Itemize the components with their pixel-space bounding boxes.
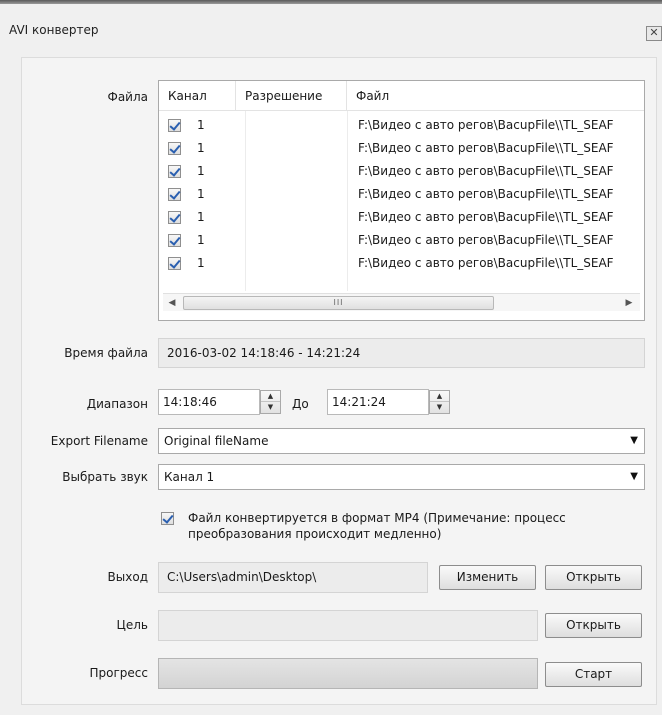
range-from-spinner[interactable]: ▲ ▼ bbox=[260, 390, 281, 414]
spin-up-icon[interactable]: ▲ bbox=[430, 391, 449, 402]
column-header-channel[interactable]: Канал bbox=[159, 81, 236, 111]
table-row[interactable]: 1 F:\Видео с авто регов\BacupFile\\TL_SE… bbox=[159, 160, 644, 183]
column-header-file[interactable]: Файл bbox=[347, 81, 644, 111]
table-row[interactable]: 1 F:\Видео с авто регов\BacupFile\\TL_SE… bbox=[159, 206, 644, 229]
output-path-field[interactable]: C:\Users\admin\Desktop\ bbox=[158, 562, 428, 593]
row-file-path: F:\Видео с авто регов\BacupFile\\TL_SEAF bbox=[358, 187, 614, 201]
row-file-path: F:\Видео с авто регов\BacupFile\\TL_SEAF bbox=[358, 118, 614, 132]
open-output-button[interactable]: Открыть bbox=[545, 565, 642, 590]
range-to-spinner[interactable]: ▲ ▼ bbox=[429, 390, 450, 414]
row-checkbox[interactable] bbox=[168, 234, 181, 247]
row-checkbox[interactable] bbox=[168, 257, 181, 270]
range-from-input[interactable]: 14:18:46 bbox=[158, 389, 260, 415]
row-file-path: F:\Видео с авто регов\BacupFile\\TL_SEAF bbox=[358, 141, 614, 155]
choose-audio-label: Выбрать звук bbox=[62, 470, 148, 484]
table-row[interactable]: 1 F:\Видео с авто регов\BacupFile\\TL_SE… bbox=[159, 137, 644, 160]
window-title: AVI конвертер bbox=[9, 23, 99, 37]
files-label: Файла bbox=[107, 90, 148, 104]
chevron-down-icon[interactable]: ▼ bbox=[630, 429, 638, 453]
row-channel: 1 bbox=[197, 164, 205, 178]
table-header: Канал Разрешение Файл bbox=[159, 81, 644, 111]
scroll-right-icon[interactable]: ▶ bbox=[622, 296, 636, 310]
table-row[interactable]: 1 F:\Видео с авто регов\BacupFile\\TL_SE… bbox=[159, 114, 644, 137]
target-path-field[interactable] bbox=[158, 610, 538, 641]
range-label: Диапазон bbox=[86, 397, 148, 411]
row-checkbox[interactable] bbox=[168, 188, 181, 201]
scroll-left-icon[interactable]: ◀ bbox=[165, 296, 179, 310]
file-time-field: 2016-03-02 14:18:46 - 14:21:24 bbox=[158, 338, 645, 368]
chevron-down-icon[interactable]: ▼ bbox=[630, 465, 638, 489]
title-bar: AVI конвертер ✕ bbox=[0, 4, 662, 54]
row-channel: 1 bbox=[197, 187, 205, 201]
audio-value: Канал 1 bbox=[164, 470, 215, 484]
table-row[interactable]: 1 F:\Видео с авто регов\BacupFile\\TL_SE… bbox=[159, 252, 644, 275]
target-label: Цель bbox=[116, 618, 148, 632]
close-icon[interactable]: ✕ bbox=[646, 26, 662, 41]
progress-bar bbox=[158, 658, 538, 689]
row-channel: 1 bbox=[197, 141, 205, 155]
spin-down-icon[interactable]: ▼ bbox=[261, 402, 280, 413]
convert-mp4-checkbox[interactable] bbox=[161, 512, 174, 525]
convert-mp4-note: Файл конвертируется в формат MP4 (Примеч… bbox=[188, 511, 566, 541]
range-to-label: До bbox=[292, 397, 309, 411]
table-row[interactable]: 1 F:\Видео с авто регов\BacupFile\\TL_SE… bbox=[159, 183, 644, 206]
export-filename-value: Original fileName bbox=[164, 434, 269, 448]
scrollbar-thumb[interactable]: III bbox=[183, 296, 494, 310]
output-label: Выход bbox=[107, 570, 148, 584]
file-time-label: Время файла bbox=[64, 346, 148, 360]
row-file-path: F:\Видео с авто регов\BacupFile\\TL_SEAF bbox=[358, 256, 614, 270]
column-header-resolution[interactable]: Разрешение bbox=[236, 81, 347, 111]
row-channel: 1 bbox=[197, 256, 205, 270]
export-filename-select[interactable]: Original fileName ▼ bbox=[158, 428, 645, 454]
row-checkbox[interactable] bbox=[168, 119, 181, 132]
range-to-input[interactable]: 14:21:24 bbox=[327, 389, 429, 415]
export-filename-label: Export Filename bbox=[50, 434, 148, 448]
open-target-button[interactable]: Открыть bbox=[545, 613, 642, 638]
spin-up-icon[interactable]: ▲ bbox=[261, 391, 280, 402]
change-output-button[interactable]: Изменить bbox=[439, 565, 536, 590]
row-channel: 1 bbox=[197, 233, 205, 247]
row-checkbox[interactable] bbox=[168, 165, 181, 178]
row-checkbox[interactable] bbox=[168, 142, 181, 155]
row-channel: 1 bbox=[197, 118, 205, 132]
progress-label: Прогресс bbox=[89, 666, 148, 680]
spin-down-icon[interactable]: ▼ bbox=[430, 402, 449, 413]
row-file-path: F:\Видео с авто регов\BacupFile\\TL_SEAF bbox=[358, 210, 614, 224]
row-checkbox[interactable] bbox=[168, 211, 181, 224]
audio-select[interactable]: Канал 1 ▼ bbox=[158, 464, 645, 490]
files-table[interactable]: Канал Разрешение Файл 1 F:\Видео с авто … bbox=[158, 80, 645, 321]
row-channel: 1 bbox=[197, 210, 205, 224]
row-file-path: F:\Видео с авто регов\BacupFile\\TL_SEAF bbox=[358, 164, 614, 178]
table-horizontal-scrollbar[interactable]: ◀ III ▶ bbox=[163, 293, 640, 311]
start-button[interactable]: Старт bbox=[545, 662, 642, 687]
table-row[interactable]: 1 F:\Видео с авто регов\BacupFile\\TL_SE… bbox=[159, 229, 644, 252]
row-file-path: F:\Видео с авто регов\BacupFile\\TL_SEAF bbox=[358, 233, 614, 247]
